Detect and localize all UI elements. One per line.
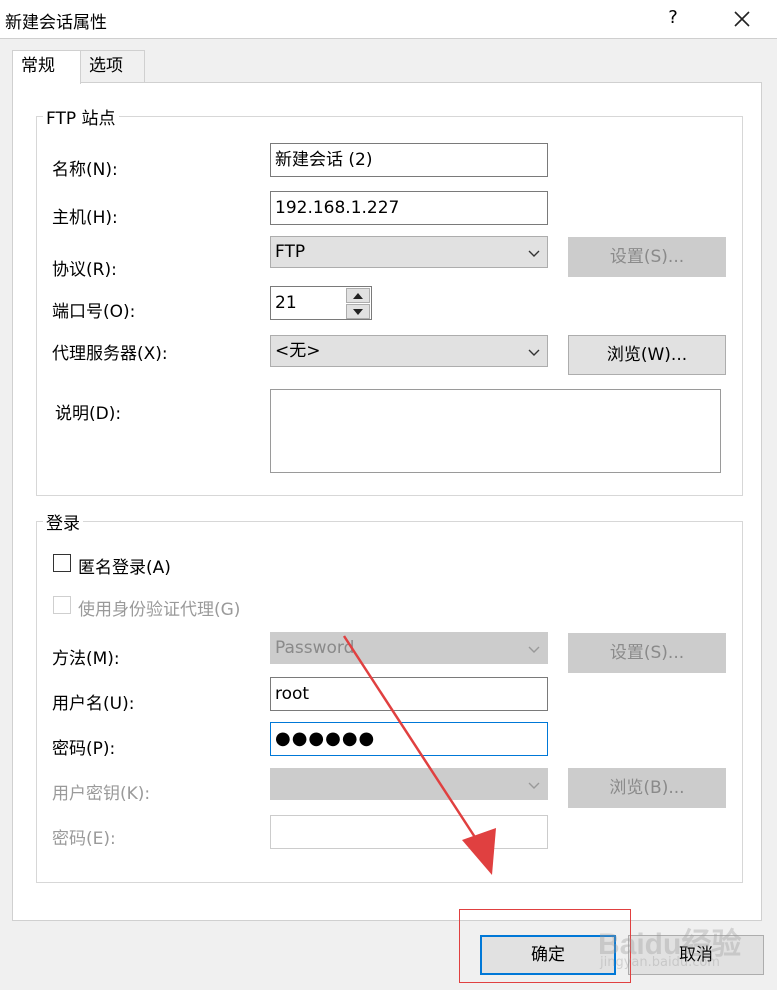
- ftp-site-group-title: FTP 站点: [43, 104, 119, 129]
- name-label: 名称(N):: [52, 160, 118, 180]
- host-label: 主机(H):: [52, 208, 118, 228]
- proxy-browse-button[interactable]: 浏览(W)...: [568, 335, 726, 375]
- auth-agent-label: 使用身份验证代理(G): [78, 600, 241, 620]
- port-stepper[interactable]: [346, 288, 370, 320]
- watermark-subtext: jingyan.baidu.com: [600, 955, 720, 970]
- description-label: 说明(D):: [55, 404, 122, 424]
- protocol-value: FTP: [275, 242, 306, 262]
- window-title: 新建会话属性: [5, 13, 107, 33]
- protocol-settings-button[interactable]: 设置(S)...: [568, 237, 726, 277]
- annotation-arrow: [342, 635, 496, 875]
- close-icon[interactable]: [728, 5, 756, 33]
- chevron-down-icon: [527, 244, 541, 258]
- proxy-label: 代理服务器(X):: [52, 344, 168, 364]
- chevron-down-icon: [527, 343, 541, 357]
- proxy-select[interactable]: <无>: [270, 335, 548, 367]
- anonymous-checkbox[interactable]: [53, 554, 71, 572]
- proxy-value: <无>: [275, 341, 321, 361]
- chevron-down-icon: [527, 640, 541, 654]
- watermark: Baidu经验 jingyan.baidu.com: [590, 915, 760, 975]
- port-label: 端口号(O):: [52, 302, 136, 322]
- anonymous-label: 匿名登录(A): [78, 558, 171, 578]
- name-input[interactable]: 新建会话 (2): [270, 143, 548, 177]
- stepper-down-icon[interactable]: [346, 304, 370, 319]
- tab-general[interactable]: 常规: [12, 50, 81, 84]
- method-settings-button[interactable]: 设置(S)...: [568, 633, 726, 673]
- stepper-up-icon[interactable]: [346, 288, 370, 303]
- title-bar: 新建会话属性 ?: [0, 0, 777, 39]
- protocol-label: 协议(R):: [52, 260, 117, 280]
- passphrase-label: 密码(E):: [52, 829, 116, 849]
- protocol-select[interactable]: FTP: [270, 236, 548, 268]
- chevron-down-icon: [527, 776, 541, 790]
- method-label: 方法(M):: [52, 649, 120, 669]
- login-group-title: 登录: [43, 509, 83, 534]
- key-browse-button[interactable]: 浏览(B)...: [568, 768, 726, 808]
- help-button[interactable]: ?: [660, 5, 686, 31]
- password-label: 密码(P):: [52, 739, 116, 759]
- tab-options[interactable]: 选项: [80, 50, 145, 82]
- user-key-label: 用户密钥(K):: [52, 784, 151, 804]
- description-textarea[interactable]: [270, 389, 721, 473]
- host-input[interactable]: 192.168.1.227: [270, 191, 548, 225]
- username-label: 用户名(U):: [52, 694, 135, 714]
- auth-agent-checkbox[interactable]: [53, 596, 71, 614]
